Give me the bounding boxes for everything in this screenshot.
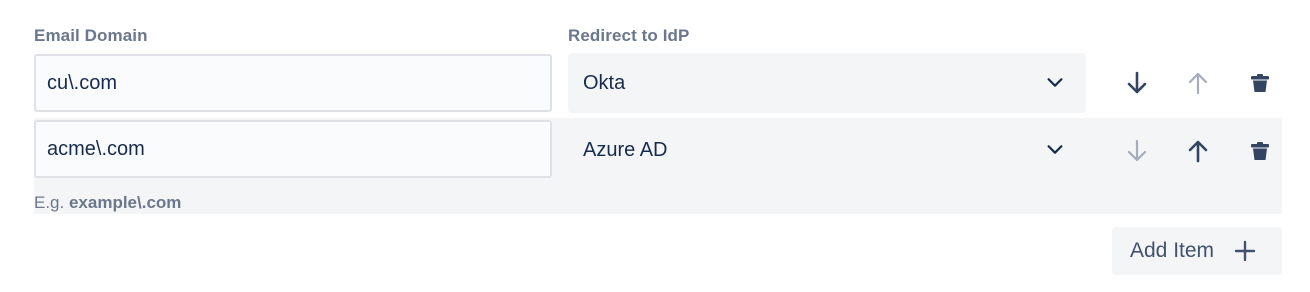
email-domain-hint: E.g. example\.com	[34, 193, 181, 213]
trash-icon	[1251, 74, 1269, 92]
trash-icon	[1251, 142, 1269, 160]
idp-select-value-row-1: Okta	[583, 71, 626, 94]
hint-example: example\.com	[68, 193, 182, 212]
email-domain-input-row-1[interactable]	[34, 54, 552, 112]
move-up-button-row-2[interactable]	[1178, 131, 1218, 171]
arrow-down-icon	[1127, 139, 1147, 162]
email-domain-input-row-2[interactable]	[34, 120, 552, 178]
move-down-button-row-2[interactable]	[1117, 131, 1157, 171]
add-item-button[interactable]: Add Item	[1112, 227, 1282, 275]
idp-redirect-form: Email Domain Redirect to IdP Okta Azure …	[0, 0, 1310, 292]
idp-select-row-1[interactable]: Okta	[568, 53, 1086, 113]
idp-select-row-2[interactable]: Azure AD	[568, 120, 1086, 180]
move-down-button-row-1[interactable]	[1117, 63, 1157, 103]
email-domain-column-label: Email Domain	[34, 26, 148, 45]
idp-select-value-row-2: Azure AD	[583, 138, 668, 161]
chevron-down-icon	[1047, 145, 1063, 154]
chevron-down-icon	[1047, 78, 1063, 87]
arrow-up-icon	[1188, 140, 1208, 163]
move-up-button-row-1[interactable]	[1178, 63, 1218, 103]
redirect-to-idp-column-label: Redirect to IdP	[568, 26, 690, 45]
arrow-down-icon	[1127, 71, 1147, 94]
arrow-up-icon	[1188, 72, 1208, 95]
add-item-label: Add Item	[1130, 239, 1215, 262]
delete-button-row-2[interactable]	[1240, 131, 1280, 171]
hint-prefix: E.g.	[34, 193, 69, 212]
delete-button-row-1[interactable]	[1240, 63, 1280, 103]
plus-icon	[1234, 240, 1256, 262]
